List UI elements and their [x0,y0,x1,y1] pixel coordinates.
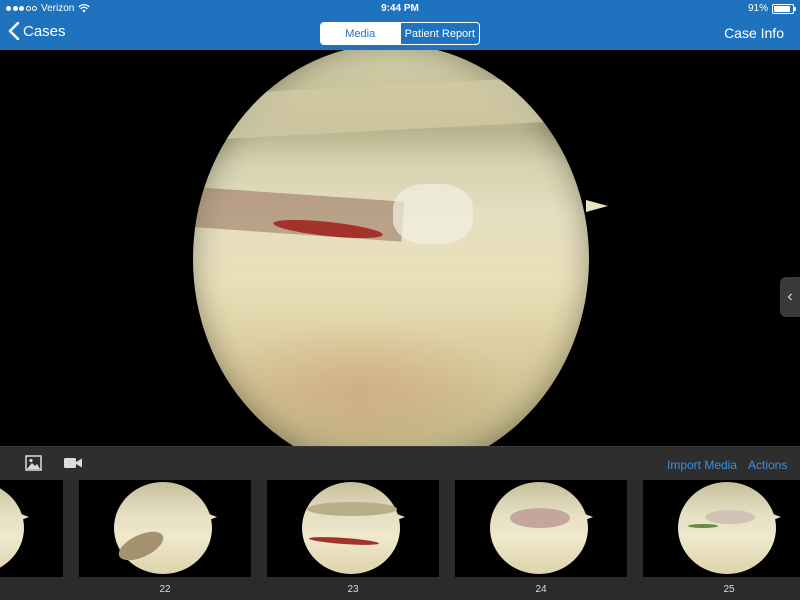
thumbnail-item[interactable] [0,480,63,577]
arthroscopic-image [193,50,589,446]
scope-orientation-marker [586,200,608,212]
segment-patient-report[interactable]: Patient Report [399,23,480,44]
import-media-button[interactable]: Import Media [667,458,737,472]
thumbnail-label: 22 [159,584,171,595]
video-camera-icon[interactable] [64,457,82,469]
chevron-left-icon [8,22,20,40]
media-toolbar: Import Media Actions [0,446,800,480]
back-button-label: Cases [23,22,66,40]
back-button[interactable]: Cases [8,22,66,40]
thumbnail-item[interactable] [643,480,800,577]
segment-media[interactable]: Media [321,23,400,44]
thumbnail-item[interactable] [455,480,627,577]
battery-percent: 91% [747,3,768,14]
status-bar: Verizon 9:44 PM 91% [0,0,800,17]
thumbnail-strip[interactable]: 22 23 24 25 [0,480,800,600]
thumbnail-label: 24 [535,584,547,595]
photo-icon[interactable] [25,455,42,471]
thumbnail-item[interactable] [267,480,439,577]
battery-icon [772,3,796,14]
media-viewer[interactable]: ‹ [0,50,800,446]
case-info-button[interactable]: Case Info [724,25,784,41]
thumbnail-item[interactable] [79,480,251,577]
battery-group: 91% [747,3,796,14]
view-segmented-control: Media Patient Report [320,22,480,45]
side-panel-toggle[interactable]: ‹ [780,277,800,317]
thumbnail-label: 25 [723,584,735,595]
thumbnail-label: 23 [347,584,359,595]
actions-button[interactable]: Actions [748,458,787,472]
navigation-bar: Cases Media Patient Report Case Info [0,17,800,50]
chevron-left-icon: ‹ [787,288,793,305]
clock: 9:44 PM [381,3,419,14]
